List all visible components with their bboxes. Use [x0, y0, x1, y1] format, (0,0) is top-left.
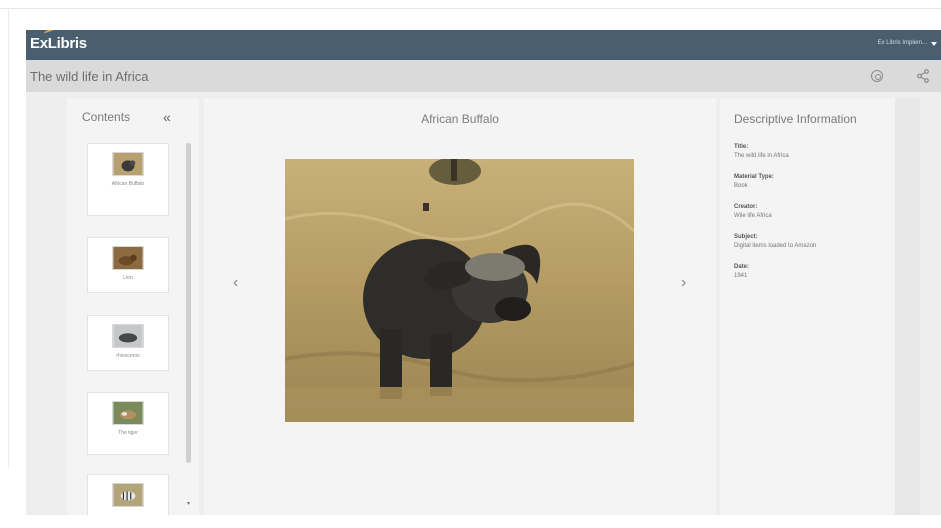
- metadata-subject: Subject: Digital items loaded to Amazon: [734, 233, 884, 251]
- metadata-material-type: Material Type: Book: [734, 173, 884, 191]
- metadata-title: Title: The wild life in Africa: [734, 143, 884, 161]
- contents-item-lion[interactable]: Lion: [87, 237, 169, 293]
- viewer-frame: ExLibris Ex Libris Implem... The wild li…: [26, 30, 941, 515]
- contents-item-african-buffalo[interactable]: African Buffalo: [87, 143, 169, 216]
- top-bar: ExLibris Ex Libris Implem...: [26, 30, 941, 60]
- thumbnail-african-buffalo: [112, 152, 144, 176]
- metadata-list: Title: The wild life in Africa Material …: [734, 143, 884, 293]
- thumbnail-label: rhinoceros: [116, 353, 140, 359]
- exlibris-logo[interactable]: ExLibris: [30, 30, 87, 52]
- metadata-value: Wile life Africa: [734, 213, 772, 219]
- right-gutter: [895, 98, 920, 515]
- metadata-creator: Creator: Wile life Africa: [734, 203, 884, 221]
- contents-panel: Contents « African Buffalo Lion rhinocer…: [67, 98, 199, 515]
- thumbnail-label: Lion: [123, 275, 133, 281]
- contents-title: Contents: [82, 110, 131, 124]
- metadata-label: Title:: [734, 144, 749, 150]
- thumbnail-label: The tiger: [118, 430, 138, 436]
- chevron-down-icon[interactable]: [931, 42, 937, 46]
- metadata-label: Material Type:: [734, 174, 774, 180]
- descriptive-info-title: Descriptive Information: [734, 112, 857, 126]
- contents-item-zebra[interactable]: [87, 474, 169, 515]
- contents-scrollbar[interactable]: [186, 143, 191, 463]
- settings-icon[interactable]: [871, 70, 883, 82]
- thumbnail-lion: [112, 246, 144, 270]
- metadata-date: Date: 1941: [734, 263, 884, 281]
- contents-item-rhinoceros[interactable]: rhinoceros: [87, 315, 169, 371]
- viewer-title: African Buffalo: [421, 112, 499, 126]
- record-title: The wild life in Africa: [30, 69, 149, 84]
- african-buffalo-image[interactable]: [285, 159, 634, 422]
- metadata-label: Subject:: [734, 234, 758, 240]
- metadata-value: Book: [734, 183, 748, 189]
- user-menu[interactable]: Ex Libris Implem...: [878, 40, 927, 46]
- metadata-value: 1941: [734, 273, 748, 279]
- metadata-label: Creator:: [734, 204, 758, 210]
- logo-text: ExLibris: [30, 35, 87, 52]
- descriptive-info-panel: Descriptive Information Title: The wild …: [720, 98, 895, 515]
- next-image-icon[interactable]: ›: [681, 274, 686, 292]
- contents-item-the-tiger[interactable]: The tiger: [87, 392, 169, 455]
- metadata-label: Date:: [734, 264, 750, 270]
- page-left-edge: [8, 8, 9, 468]
- record-title-bar: The wild life in Africa: [26, 60, 941, 92]
- thumbnail-rhinoceros: [112, 324, 144, 348]
- metadata-value: Digital items loaded to Amazon: [734, 243, 817, 249]
- image-viewer: African Buffalo ‹ ›: [204, 98, 716, 515]
- scroll-down-icon[interactable]: ▾: [187, 500, 190, 507]
- thumbnail-label: African Buffalo: [111, 181, 145, 187]
- thumbnail-zebra: [112, 483, 144, 507]
- share-icon[interactable]: [917, 69, 929, 83]
- collapse-icon[interactable]: «: [163, 109, 171, 125]
- metadata-value: The wild life in Africa: [734, 153, 789, 159]
- previous-image-icon[interactable]: ‹: [233, 274, 238, 292]
- thumbnail-the-tiger: [112, 401, 144, 425]
- page-top-edge: [0, 8, 941, 9]
